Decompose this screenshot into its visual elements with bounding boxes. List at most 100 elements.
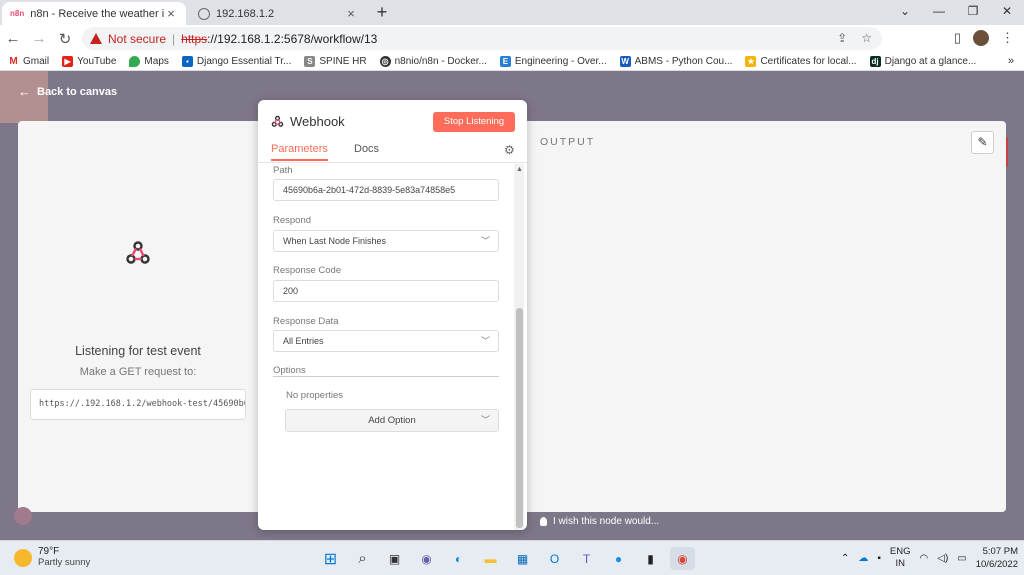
omnibox-actions: ⇪ ☆ [837, 31, 872, 45]
chrome-icon[interactable]: ◉ [670, 547, 695, 570]
django-icon: dj [869, 55, 881, 67]
options-label: Options [273, 365, 306, 376]
wifi-icon[interactable]: ◠ [920, 553, 929, 564]
separator: | [172, 31, 176, 46]
outlook-icon[interactable]: O [542, 547, 567, 570]
tab-close-icon[interactable]: × [344, 6, 358, 21]
chat-icon[interactable]: ◉ [414, 547, 439, 570]
back-label: Back to canvas [37, 85, 118, 98]
toolbar-right: ▯ ⋮ [954, 30, 1014, 46]
bookmark-spine-hr[interactable]: S SPINE HR [304, 55, 367, 67]
menu-icon[interactable]: ⋮ [1001, 30, 1014, 46]
weather-temp: 79°F [38, 546, 60, 557]
respond-select[interactable]: When Last Node Finishes ﹀ [273, 230, 499, 252]
bookmark-django-course[interactable]: ▪ Django Essential Tr... [181, 55, 291, 67]
windows-taskbar: 79°F Partly sunny ⊞ ⌕ ▣ ◉ ◐ ▬ ▦ O T ● ▮ … [0, 540, 1024, 575]
back-icon[interactable]: ← [0, 30, 26, 47]
arrow-left-icon: ← [18, 84, 31, 99]
gmail-icon: M [9, 55, 18, 67]
edit-output-button[interactable]: ✎ [971, 131, 994, 154]
profile-avatar[interactable] [973, 30, 989, 46]
parameters-scrollbar[interactable]: ▲ [514, 164, 524, 530]
feedback-hint[interactable]: I wish this node would... [540, 516, 659, 527]
bookmark-star-icon[interactable]: ☆ [861, 31, 872, 45]
input-panel: Listening for test event Make a GET requ… [18, 121, 258, 512]
path-input[interactable]: 45690b6a-2b01-472d-8839-5e83a74858e5 [273, 179, 499, 201]
add-option-select[interactable]: Add Option ﹀ [285, 409, 499, 432]
response-code-input[interactable]: 200 [273, 280, 499, 302]
bookmark-certificates[interactable]: ★ Certificates for local... [745, 55, 857, 67]
store-icon[interactable]: ▦ [510, 547, 535, 570]
chevron-down-icon: ﹀ [480, 336, 490, 346]
weather-widget[interactable]: 79°F Partly sunny [14, 546, 90, 569]
share-icon[interactable]: ⇪ [837, 31, 847, 45]
scrollbar-thumb[interactable] [516, 308, 523, 528]
bookmark-engineering[interactable]: E Engineering - Over... [499, 55, 607, 67]
partly-sunny-icon [14, 548, 32, 567]
app-tray-icon[interactable]: ▪ [877, 553, 881, 564]
new-tab-button[interactable]: + [372, 3, 392, 23]
docker-icon: ◎ [379, 55, 391, 67]
test-webhook-url[interactable]: https://.192.168.1.2/webhook-test/45690b… [30, 389, 246, 420]
parameters-form: Path 45690b6a-2b01-472d-8839-5e83a74858e… [258, 164, 527, 530]
chevron-down-icon: ﹀ [480, 415, 490, 425]
minimize-icon[interactable]: — [922, 0, 956, 25]
security-label[interactable]: Not secure [108, 32, 166, 46]
bookmark-docker[interactable]: ◎ n8nio/n8n - Docker... [379, 55, 487, 67]
bookmark-maps[interactable]: Maps [129, 55, 169, 67]
add-option-label: Add Option [368, 415, 416, 426]
response-data-select[interactable]: All Entries ﹀ [273, 330, 499, 352]
tab-title: n8n - Receive the weather inf [30, 7, 164, 20]
teams-icon[interactable]: T [574, 547, 599, 570]
more-bookmarks-icon[interactable]: » [1008, 55, 1014, 67]
edge-icon[interactable]: ◐ [446, 547, 471, 570]
options-divider [273, 376, 499, 377]
side-panel-icon[interactable]: ▯ [954, 30, 961, 46]
response-data-label: Response Data [273, 316, 339, 327]
system-tray: ⌃ ☁ ▪ ENG IN ◠ ◁) ▭ 5:07 PM 10/6/2022 [841, 545, 1018, 571]
task-view-icon[interactable]: ▣ [382, 547, 407, 570]
file-explorer-icon[interactable]: ▬ [478, 547, 503, 570]
webhook-node-icon [271, 115, 284, 127]
tab-close-icon[interactable]: × [164, 6, 178, 21]
close-window-icon[interactable]: ✕ [990, 0, 1024, 25]
restore-icon[interactable]: ❐ [956, 0, 990, 25]
chevron-down-icon: ﹀ [480, 236, 490, 246]
chevron-up-icon[interactable]: ⌃ [841, 553, 849, 564]
gear-icon[interactable]: ⚙ [504, 143, 515, 157]
address-bar[interactable]: Not secure | https://192.168.1.2:5678/wo… [82, 27, 882, 50]
search-icon[interactable]: ⌕ [350, 547, 375, 570]
word-icon: W [619, 55, 631, 67]
tab-docs[interactable]: Docs [354, 143, 379, 155]
bookmark-youtube[interactable]: ▶ YouTube [62, 55, 116, 67]
scroll-up-icon[interactable]: ▲ [516, 166, 523, 173]
pencil-icon: ✎ [977, 135, 988, 149]
reload-icon[interactable]: ↻ [52, 30, 78, 48]
tab-ip-address[interactable]: 192.168.1.2 × [190, 2, 366, 25]
bookmark-abms[interactable]: W ABMS - Python Cou... [619, 55, 732, 67]
language-indicator[interactable]: ENG IN [890, 546, 911, 570]
node-title[interactable]: Webhook [290, 114, 345, 129]
tab-parameters[interactable]: Parameters [271, 143, 328, 161]
stop-listening-button[interactable]: Stop Listening [433, 112, 515, 132]
globe-icon [198, 7, 210, 20]
bookmarks-bar: M Gmail ▶ YouTube Maps ▪ Django Essential T… [0, 52, 1024, 71]
tab-search-icon[interactable]: ⌄ [888, 0, 922, 25]
battery-icon[interactable]: ▭ [957, 553, 966, 564]
clock[interactable]: 5:07 PM 10/6/2022 [976, 545, 1018, 571]
start-icon[interactable]: ⊞ [318, 547, 343, 570]
onedrive-icon[interactable]: ☁ [858, 553, 868, 564]
no-properties-text: No properties [286, 390, 344, 401]
back-to-canvas-button[interactable]: ← Back to canvas [18, 84, 117, 99]
taskbar-apps: ⊞ ⌕ ▣ ◉ ◐ ▬ ▦ O T ● ▮ ◉ [318, 547, 695, 570]
bookmark-gmail[interactable]: M Gmail [8, 56, 49, 67]
forward-icon[interactable]: → [26, 30, 52, 47]
tab-n8n-workflow[interactable]: n8n n8n - Receive the weather inf × [2, 2, 186, 25]
terminal-icon[interactable]: ▮ [638, 547, 663, 570]
volume-icon[interactable]: ◁) [937, 553, 948, 564]
output-title: OUTPUT [540, 136, 596, 148]
bookmark-django-glance[interactable]: dj Django at a glance... [869, 55, 976, 67]
docker-desktop-icon[interactable]: ● [606, 547, 631, 570]
node-header: Webhook Stop Listening Parameters Docs ⚙ [258, 100, 527, 163]
listening-title: Listening for test event [75, 344, 201, 358]
